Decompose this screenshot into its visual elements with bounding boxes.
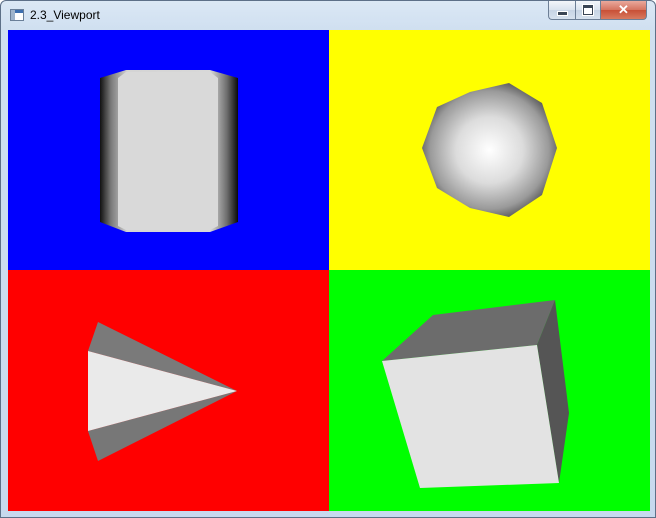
viewport-bottom-left [8,270,329,511]
caption-buttons: ✕ [548,1,647,20]
close-icon: ✕ [618,2,629,17]
viewport-top-left [8,30,329,270]
application-window: 2.3_Viewport ✕ [0,0,656,518]
application-window-icon[interactable] [10,9,24,21]
viewport-top-right [329,30,650,270]
maximize-icon [582,4,594,16]
minimize-icon [556,10,568,16]
sphere-shape [422,83,557,217]
title-bar[interactable]: 2.3_Viewport ✕ [1,1,655,30]
viewport-bottom-right [329,270,650,511]
minimize-button[interactable] [548,1,575,20]
maximize-button[interactable] [575,1,601,20]
cylinder-shape [100,70,238,232]
close-button[interactable]: ✕ [601,1,647,20]
window-title: 2.3_Viewport [30,8,100,22]
cube-shape [382,300,569,488]
render-canvas[interactable] [8,30,650,511]
cone-shape [88,322,237,461]
